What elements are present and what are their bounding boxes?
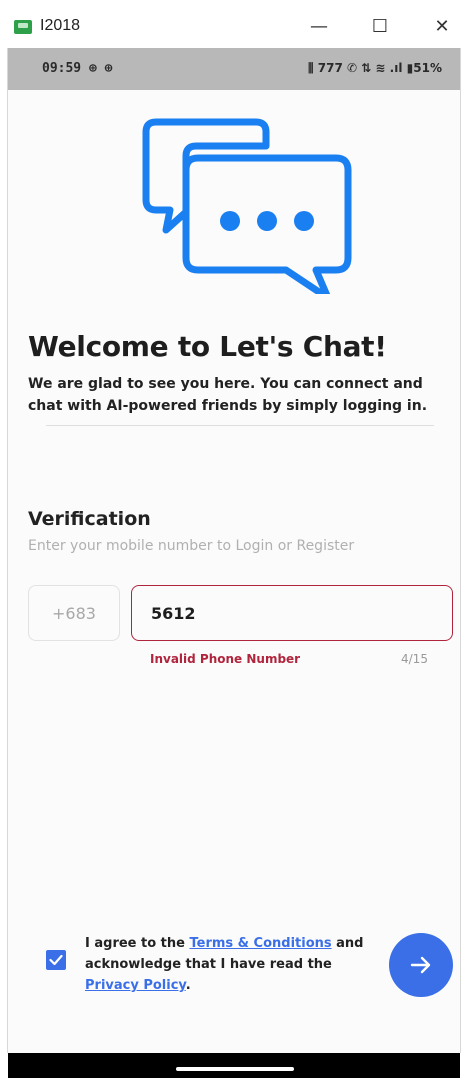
status-icons: ⫼ 777 ✆ ⇅ ≋ .ıl ▮51% (308, 61, 442, 76)
agree-checkbox[interactable] (46, 950, 66, 970)
verification-subtitle: Enter your mobile number to Login or Reg… (28, 538, 355, 554)
country-code-value: +683 (52, 603, 96, 623)
verification-title: Verification (28, 508, 151, 530)
home-gesture-handle[interactable] (176, 1067, 294, 1071)
section-divider (46, 425, 434, 426)
window-title: I2018 (40, 17, 81, 34)
phone-frame-right (460, 48, 468, 1053)
maximize-button[interactable]: ☐ (366, 12, 394, 40)
phone-number-value: 5612 (151, 603, 196, 623)
phone-error-message: Invalid Phone Number (150, 652, 301, 666)
login-screen: Welcome to Let's Chat! We are glad to se… (8, 90, 460, 1053)
next-button[interactable] (389, 933, 453, 997)
battery-level: 51% (413, 61, 442, 75)
phone-frame-left (0, 48, 8, 1053)
privacy-policy-link[interactable]: Privacy Policy (85, 978, 186, 993)
terms-link[interactable]: Terms & Conditions (190, 936, 332, 951)
phone-number-input[interactable]: 5612 (131, 585, 453, 641)
app-window-icon (14, 20, 32, 34)
arrow-right-icon (410, 956, 431, 974)
status-network-icons: ⫼ 777 ✆ ⇅ ≋ .ıl (308, 61, 403, 75)
status-time: 09:59 ⊕ ⊕ (42, 61, 113, 76)
status-time-icons: ⊕ ⊕ (88, 61, 113, 76)
minimize-button[interactable]: — (305, 12, 333, 40)
country-code-field[interactable]: +683 (28, 585, 120, 641)
status-bar: 09:59 ⊕ ⊕ ⫼ 777 ✆ ⇅ ≋ .ıl ▮51% (8, 48, 460, 90)
welcome-title: Welcome to Let's Chat! (28, 330, 387, 363)
agreement-text: I agree to the Terms & Conditions and ac… (85, 936, 364, 993)
welcome-subtitle: We are glad to see you here. You can con… (28, 376, 428, 414)
navigation-bar (8, 1053, 460, 1078)
close-button[interactable]: ✕ (428, 12, 456, 40)
phone-char-counter: 4/15 (401, 652, 428, 666)
chat-bubbles-icon (142, 118, 352, 294)
checkmark-icon (49, 954, 63, 966)
window-titlebar: I2018 — ☐ ✕ (0, 0, 468, 48)
